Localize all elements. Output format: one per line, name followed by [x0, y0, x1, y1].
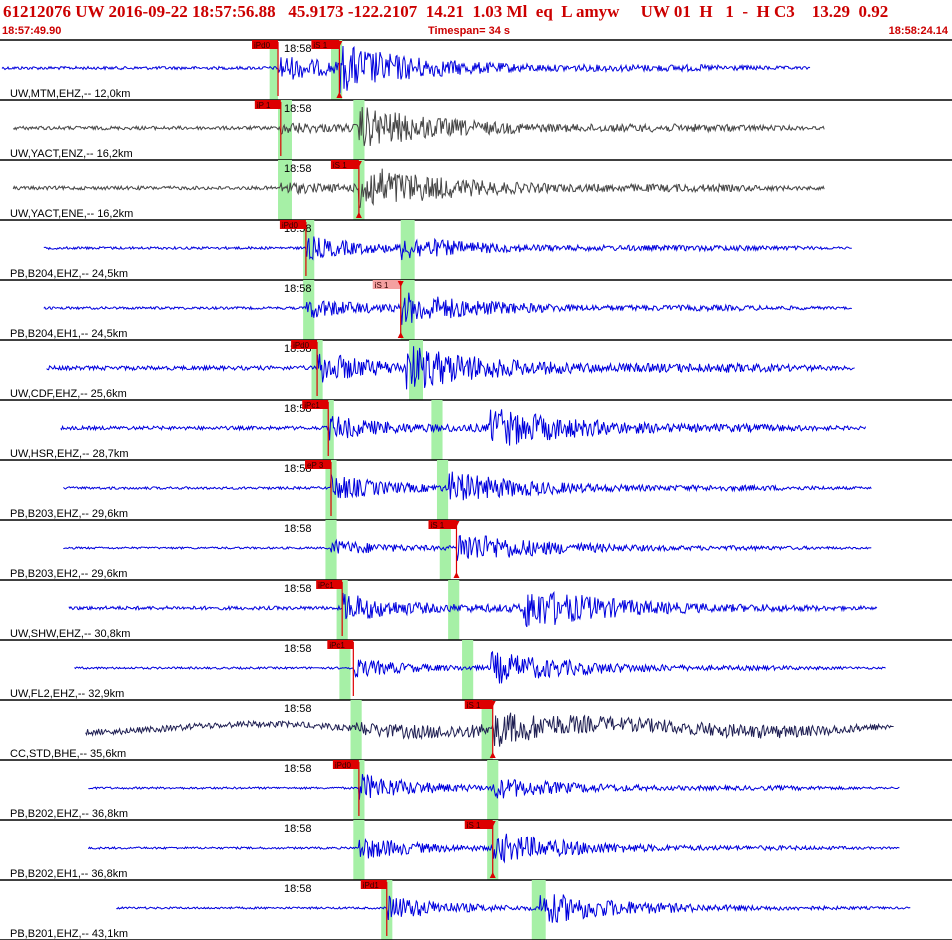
trace-row: 18:58 iS 1 PB,B203,EH2,-- 29,6km	[10, 520, 872, 580]
trace-row: 18:58iPc1UW,HSR,EHZ,-- 28,7km	[10, 400, 867, 460]
waveform	[43, 292, 852, 325]
minute-tick-label: 18:58	[284, 43, 312, 55]
trace-row: 18:58iPd0UW,CDF,EHZ,-- 25,6km	[10, 340, 855, 400]
station-label: UW,HSR,EHZ,-- 28,7km	[10, 448, 129, 460]
station-label: PB,B203,EHZ,-- 29,6km	[10, 508, 128, 520]
waveform	[1, 45, 811, 94]
waveform	[60, 409, 867, 446]
s-window	[487, 760, 499, 820]
minute-tick-label: 18:58	[284, 583, 312, 595]
trace-row: 18:58 iS 1 CC,STD,BHE,-- 35,6km	[10, 700, 894, 760]
p-pick-label: eP 3	[307, 461, 324, 470]
s-pick-label: iS 1	[467, 821, 481, 830]
s-pick-label: iS 1	[467, 701, 481, 710]
waveform	[63, 534, 872, 561]
p-pick-label: iP 1	[257, 101, 271, 110]
p-pick-label: iPc1	[329, 641, 345, 650]
p-pick-label: iPd0	[254, 41, 271, 50]
station-label: PB,B204,EH1,-- 24,5km	[10, 328, 127, 340]
station-label: CC,STD,BHE,-- 35,6km	[10, 748, 126, 760]
trace-row: 18:58 iPd0 iS 1 UW,MTM,EHZ,-- 12,0km	[1, 40, 811, 100]
waveform	[68, 591, 878, 628]
trace-row: 18:58 iS 1 UW,YACT,ENE,-- 16,2km	[10, 160, 825, 220]
seismogram-panel: 18:58 iPd0 iS 1 UW,MTM,EHZ,-- 12,0km 18:58 iP…	[0, 39, 952, 940]
p-window	[350, 700, 362, 760]
p-pick-label: iPc1	[318, 581, 334, 590]
trace-row: 18:58 iPd0 PB,B202,EHZ,-- 36,8km	[10, 760, 900, 820]
p-pick-label: iPd0	[335, 761, 352, 770]
s-window	[462, 640, 474, 700]
s-pick-label: iS 1	[430, 521, 444, 530]
trace-row: 18:58eP 3PB,B203,EHZ,-- 29,6km	[10, 460, 872, 520]
station-label: UW,YACT,ENZ,-- 16,2km	[10, 148, 133, 160]
p-pick-label: iPd1	[363, 881, 380, 890]
s-pick-arrow	[453, 572, 460, 578]
station-label: PB,B203,EH2,-- 29,6km	[10, 568, 127, 580]
trace-row: 18:58 iS 1 PB,B202,EH1,-- 36,8km	[10, 820, 900, 880]
s-window	[531, 880, 546, 940]
trace-row: 18:58iPd0PB,B204,EHZ,-- 24,5km	[10, 220, 852, 280]
waveform	[116, 894, 911, 923]
minute-tick-label: 18:58	[284, 703, 312, 715]
station-label: UW,SHW,EHZ,-- 30,8km	[10, 628, 130, 640]
minute-tick-label: 18:58	[284, 883, 312, 895]
p-pick-label: iPd0	[293, 341, 310, 350]
minute-tick-label: 18:58	[284, 103, 312, 115]
minute-tick-label: 18:58	[284, 763, 312, 775]
minute-tick-label: 18:58	[284, 643, 312, 655]
s-pick-label: iS 1	[375, 281, 389, 290]
minute-tick-label: 18:58	[284, 523, 312, 535]
station-label: UW,CDF,EHZ,-- 25,6km	[10, 388, 127, 400]
trace-row: 18:58 iPc1 UW,SHW,EHZ,-- 30,8km	[10, 580, 878, 640]
trace-row: 18:58 iPd1 PB,B201,EHZ,-- 43,1km	[10, 880, 911, 940]
trace-row: 18:58 iP 1 UW,YACT,ENZ,-- 16,2km	[10, 100, 825, 160]
station-label: UW,FL2,EHZ,-- 32,9km	[10, 688, 124, 700]
station-label: PB,B202,EH1,-- 36,8km	[10, 868, 127, 880]
station-label: PB,B201,EHZ,-- 43,1km	[10, 928, 128, 940]
s-pick-label: iS 1	[313, 41, 327, 50]
waveform	[74, 650, 886, 684]
minute-tick-label: 18:58	[284, 163, 312, 175]
station-label: PB,B204,EHZ,-- 24,5km	[10, 268, 128, 280]
waveform	[63, 471, 872, 501]
minute-tick-label: 18:58	[284, 823, 312, 835]
waveform	[43, 236, 852, 261]
p-pick-label: iPd0	[282, 221, 299, 230]
trace-row: 18:58 iPc1 UW,FL2,EHZ,-- 32,9km	[10, 640, 886, 700]
station-label: UW,YACT,ENE,-- 16,2km	[10, 208, 133, 220]
p-pick-label: iPc1	[304, 401, 320, 410]
trace-row: 18:58 iS 1 PB,B204,EH1,-- 24,5km	[10, 280, 852, 340]
waveform	[12, 106, 825, 147]
waveform	[12, 168, 825, 208]
minute-tick-label: 18:58	[284, 283, 312, 295]
waveform	[46, 346, 855, 390]
s-pick-label: iS 1	[333, 161, 347, 170]
station-label: UW,MTM,EHZ,-- 12,0km	[10, 88, 130, 100]
station-label: PB,B202,EHZ,-- 36,8km	[10, 808, 128, 820]
